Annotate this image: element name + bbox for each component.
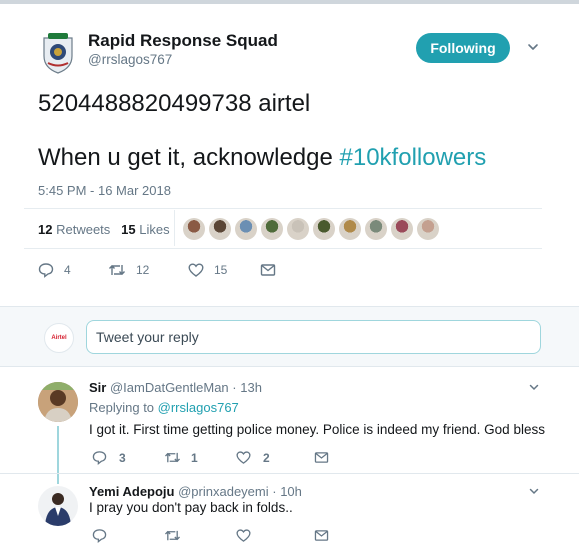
envelope-icon bbox=[314, 530, 329, 541]
liker-avatar[interactable] bbox=[313, 218, 335, 240]
tweet-stats: 12 Retweets 15 Likes bbox=[38, 222, 170, 237]
reply-header: Yemi Adepoju @prinxadeyemi · 10h bbox=[89, 484, 302, 499]
reply-author-name[interactable]: Yemi Adepoju bbox=[89, 484, 174, 499]
message-action[interactable] bbox=[314, 529, 329, 542]
like-action[interactable]: 15 bbox=[188, 262, 260, 278]
reply-input[interactable] bbox=[86, 320, 541, 354]
retweet-action[interactable]: 12 bbox=[108, 262, 188, 278]
liker-avatar[interactable] bbox=[365, 218, 387, 240]
tweet-text-line1: 5204488820499738 airtel bbox=[38, 90, 311, 117]
like-count: 15 bbox=[214, 263, 228, 277]
heart-icon bbox=[188, 263, 204, 277]
reply-action[interactable] bbox=[92, 528, 164, 543]
reply-text: I got it. First time getting police mone… bbox=[89, 422, 545, 437]
liker-avatar[interactable] bbox=[183, 218, 205, 240]
retweet-action[interactable]: 1 bbox=[164, 450, 236, 465]
reply-time[interactable]: · 13h bbox=[232, 380, 262, 395]
liker-avatar[interactable] bbox=[235, 218, 257, 240]
hashtag-link[interactable]: #10kfollowers bbox=[340, 144, 487, 171]
liker-avatar[interactable] bbox=[417, 218, 439, 240]
liker-avatar[interactable] bbox=[287, 218, 309, 240]
author-handle[interactable]: @rrslagos767 bbox=[88, 52, 172, 67]
thread-line bbox=[57, 426, 59, 484]
reply-actions: 3 1 2 bbox=[92, 450, 329, 465]
divider bbox=[24, 248, 542, 249]
retweet-action[interactable] bbox=[164, 528, 236, 543]
liker-avatar[interactable] bbox=[209, 218, 231, 240]
retweet-icon bbox=[108, 265, 126, 275]
heart-icon bbox=[236, 529, 251, 542]
following-button[interactable]: Following bbox=[416, 33, 510, 63]
police-crest-avatar[interactable] bbox=[40, 30, 76, 74]
message-action[interactable] bbox=[314, 451, 329, 464]
reply-header: Sir @IamDatGentleMan · 13h bbox=[89, 380, 262, 395]
user-photo-icon bbox=[38, 486, 78, 526]
divider bbox=[0, 306, 579, 307]
divider bbox=[0, 473, 579, 474]
liker-avatar[interactable] bbox=[339, 218, 361, 240]
tweet-card bbox=[0, 4, 579, 558]
user-photo-icon bbox=[38, 382, 78, 422]
liker-avatar[interactable] bbox=[391, 218, 413, 240]
replying-to: Replying to @rrslagos767 bbox=[89, 400, 239, 415]
retweet-icon bbox=[164, 452, 181, 463]
author-name[interactable]: Rapid Response Squad bbox=[88, 31, 278, 51]
liker-avatar[interactable] bbox=[261, 218, 283, 240]
like-action[interactable]: 2 bbox=[236, 450, 314, 465]
reply-count: 4 bbox=[64, 263, 71, 277]
reply-actions bbox=[92, 528, 329, 543]
reply-author-handle[interactable]: @prinxadeyemi bbox=[178, 484, 269, 499]
reply-text: I pray you don't pay back in folds.. bbox=[89, 500, 293, 515]
chevron-down-icon[interactable] bbox=[528, 381, 540, 393]
reply-icon bbox=[38, 263, 54, 278]
reply-author-handle[interactable]: @IamDatGentleMan bbox=[110, 380, 229, 395]
tweet-text-prefix: When u get it, acknowledge bbox=[38, 144, 340, 171]
heart-icon bbox=[236, 451, 251, 464]
replying-to-link[interactable]: @rrslagos767 bbox=[158, 400, 239, 415]
chevron-down-icon[interactable] bbox=[528, 485, 540, 497]
reply-action[interactable]: 4 bbox=[38, 262, 108, 278]
avatar[interactable] bbox=[38, 382, 78, 422]
stats-divider bbox=[174, 210, 175, 246]
chevron-down-icon[interactable] bbox=[526, 40, 540, 54]
reply-icon bbox=[92, 529, 107, 543]
like-stat[interactable]: 15 Likes bbox=[121, 222, 169, 237]
envelope-icon bbox=[314, 452, 329, 463]
retweet-count: 12 bbox=[136, 263, 150, 277]
tweet-text-line2: When u get it, acknowledge #10kfollowers bbox=[38, 144, 486, 172]
airtel-avatar[interactable]: Airtel bbox=[44, 323, 74, 353]
reply-action[interactable]: 3 bbox=[92, 450, 164, 465]
message-action[interactable] bbox=[260, 263, 276, 277]
envelope-icon bbox=[260, 264, 276, 276]
retweet-icon bbox=[164, 530, 181, 541]
reply-author-name[interactable]: Sir bbox=[89, 380, 106, 395]
divider bbox=[24, 208, 542, 209]
tweet-timestamp[interactable]: 5:45 PM - 16 Mar 2018 bbox=[38, 183, 171, 198]
reply-time[interactable]: · 10h bbox=[272, 484, 302, 499]
divider bbox=[0, 366, 579, 367]
reply-icon bbox=[92, 451, 107, 465]
like-action[interactable] bbox=[236, 528, 314, 543]
tweet-actions: 4 12 15 bbox=[38, 262, 276, 278]
liker-avatars bbox=[183, 218, 439, 240]
airtel-logo-text: Airtel bbox=[51, 335, 67, 341]
retweet-stat[interactable]: 12 Retweets bbox=[38, 222, 110, 237]
avatar[interactable] bbox=[38, 486, 78, 526]
